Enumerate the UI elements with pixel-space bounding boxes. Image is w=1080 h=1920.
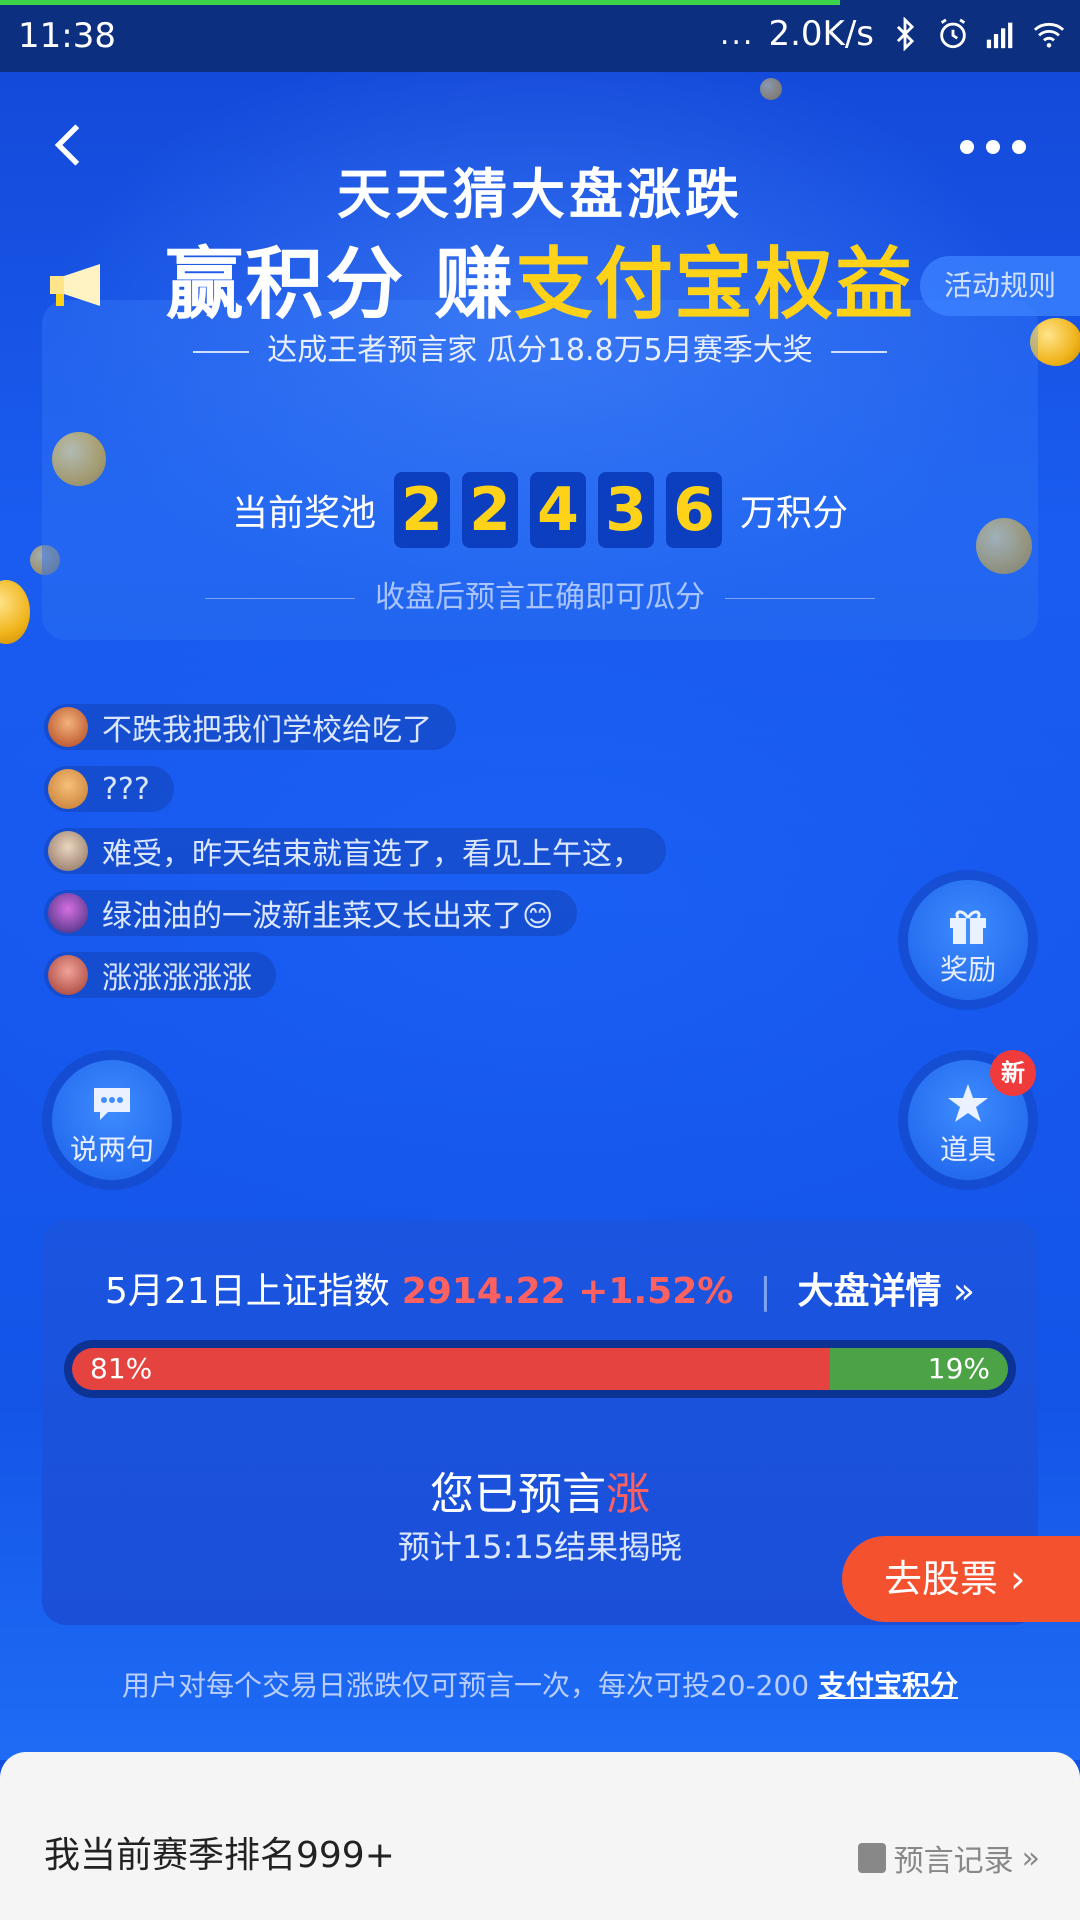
headline-plain: 赢积分 赚 [165,240,515,330]
go-to-stocks-button[interactable]: 去股票 › [842,1536,1080,1622]
divider [205,598,355,599]
prediction-status: 您已预言涨 [0,1458,1080,1522]
network-speed: 2.0K/s [768,14,874,54]
star-icon [948,1084,988,1122]
pool-note-text: 收盘后预言正确即可瓜分 [375,580,705,615]
gift-icon [950,910,986,944]
document-icon [857,1843,886,1873]
activity-rules-button[interactable]: 活动规则 [920,256,1080,316]
status-dots: ... [719,16,755,52]
pool-label: 当前奖池 [231,493,376,534]
record-label: 预言记录 [893,1844,1014,1879]
headline-highlight: 支付宝权益 [514,240,915,330]
pool-unit: 万积分 [740,493,849,534]
comment-bubble: 难受，昨天结束就盲选了，看见上午这， [44,828,666,874]
avatar [48,955,88,995]
divider [193,350,250,353]
pool-note: 收盘后预言正确即可瓜分 [0,572,1080,616]
avatar [48,707,88,747]
fall-ratio: 19% [830,1348,1008,1390]
market-detail-link[interactable]: 大盘详情 [797,1271,941,1312]
comment-bubble: 不跌我把我们学校给吃了 [44,704,456,750]
reward-button[interactable]: 奖励 [908,880,1028,1000]
status-bar: 11:38 ... 2.0K/s [0,0,1080,72]
pool-digit: 3 [598,472,654,548]
comment-bubble: ??? [44,766,174,812]
prediction-prefix: 您已预言 [430,1469,606,1520]
comment-bubble: 绿油油的一波新韭菜又长出来了😊 [44,890,578,936]
wifi-icon [1033,22,1065,48]
comment-feed: 不跌我把我们学校给吃了 ??? 难受，昨天结束就盲选了，看见上午这， 绿油油的一… [44,704,744,1014]
go-to-stocks-label: 去股票 [884,1557,999,1601]
subtitle-text: 达成王者预言家 瓜分18.8万5月赛季大奖 [267,333,813,368]
comment-text: ??? [102,771,150,807]
pool-digit: 2 [462,472,518,548]
status-time: 11:38 [18,16,116,56]
comment-text: 难受，昨天结束就盲选了，看见上午这， [102,837,642,872]
comment-label: 说两句 [69,1133,154,1166]
double-chevron-icon: » [1021,1840,1040,1876]
props-label: 道具 [939,1133,996,1166]
rule-note: 用户对每个交易日涨跌仅可预言一次，每次可投20-200 支付宝积分 [0,1664,1080,1704]
index-summary: 5月21日上证指数 2914.22 +1.52% | 大盘详情 » [0,1262,1080,1314]
prize-pool: 当前奖池 2 2 4 3 6 万积分 [0,472,1080,548]
prediction-record-link[interactable]: 预言记录 » [857,1836,1040,1880]
page-load-progress [0,0,840,5]
comment-text: 涨涨涨涨涨 [102,961,252,996]
page-headline: 赢积分 赚支付宝权益 [0,222,1080,334]
reward-label: 奖励 [939,953,996,986]
rise-ratio: 81% [72,1348,831,1390]
alipay-points-link[interactable]: 支付宝积分 [818,1669,958,1702]
comment-bubble: 涨涨涨涨涨 [44,952,276,998]
divider [725,598,875,599]
double-chevron-icon[interactable]: » [953,1271,975,1312]
divider [830,350,887,353]
page-subtitle: 达成王者预言家 瓜分18.8万5月赛季大奖 [0,325,1080,369]
alarm-icon [940,18,966,49]
comment-button[interactable]: 说两句 [52,1060,172,1180]
rule-note-text: 用户对每个交易日涨跌仅可预言一次，每次可投20-200 [121,1669,810,1702]
season-rank: 我当前赛季排名999+ [44,1835,395,1876]
pool-digit: 4 [530,472,586,548]
avatar [48,893,88,933]
page-title: 天天猜大盘涨跌 [337,163,743,226]
comment-text: 绿油油的一波新韭菜又长出来了😊 [102,899,554,934]
index-label: 5月21日上证指数 [105,1271,390,1312]
avatar [48,831,88,871]
new-badge: 新 [990,1050,1036,1096]
index-value: 2914.22 +1.52% [401,1271,734,1312]
coin-decoration [760,78,782,100]
prediction-direction: 涨 [606,1469,650,1520]
pool-digit: 6 [666,472,722,548]
bluetooth-icon [896,17,915,51]
avatar [48,769,88,809]
signal-icon [986,22,1013,49]
megaphone-icon[interactable] [48,262,106,310]
comment-text: 不跌我把我们学校给吃了 [102,713,432,748]
chat-bubble-icon [94,1088,130,1120]
vote-ratio-bar: 81% 19% [64,1340,1016,1398]
separator: | [759,1271,772,1312]
pool-digit: 2 [394,472,450,548]
chevron-right-icon: › [1010,1557,1026,1601]
